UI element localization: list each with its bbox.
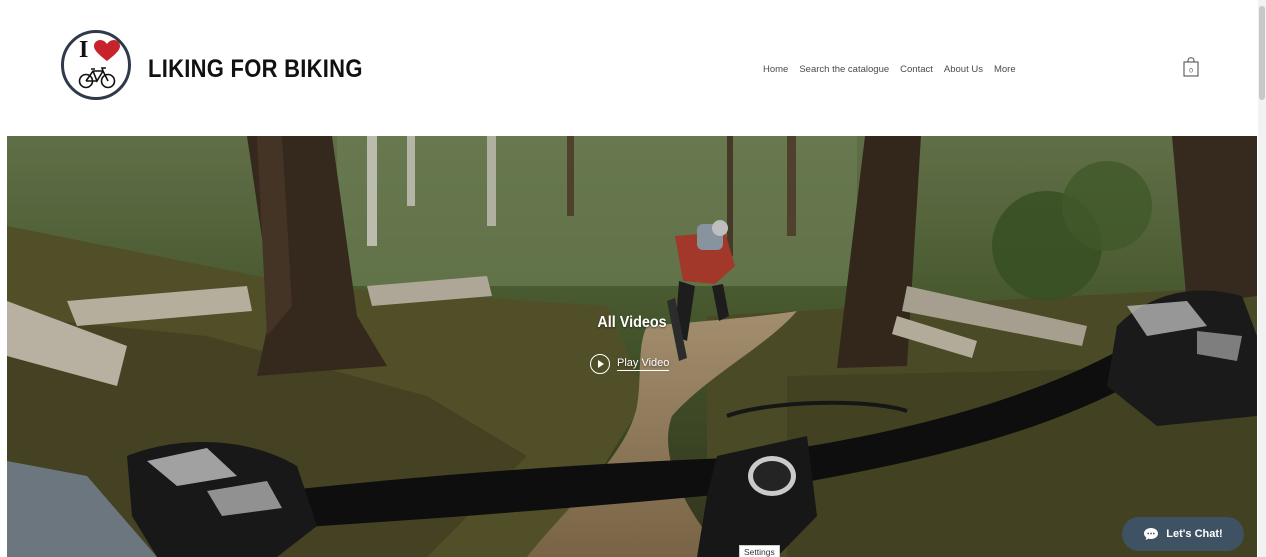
nav-item-about-us[interactable]: About Us xyxy=(944,63,983,77)
page: I LIKING FOR BIKING Home Search the cata… xyxy=(0,0,1266,557)
hero-background-image xyxy=(7,136,1257,557)
settings-tab[interactable]: Settings xyxy=(739,545,780,557)
shopping-bag-icon[interactable]: 0 xyxy=(1183,57,1199,77)
site-header: I LIKING FOR BIKING Home Search the cata… xyxy=(0,0,1258,136)
hero-title: All Videos xyxy=(597,314,667,331)
chat-button[interactable]: Let's Chat! xyxy=(1122,517,1244,551)
play-video-label: Play Video xyxy=(617,357,670,371)
scrollbar-thumb[interactable] xyxy=(1259,6,1265,100)
nav-item-search-catalogue[interactable]: Search the catalogue xyxy=(799,63,889,77)
page-scrollbar[interactable] xyxy=(1258,0,1266,557)
nav-item-more[interactable]: More xyxy=(994,63,1016,77)
logo-letter: I xyxy=(79,37,89,63)
cart-count: 0 xyxy=(1189,68,1193,75)
bicycle-icon xyxy=(78,67,116,89)
site-title[interactable]: LIKING FOR BIKING xyxy=(148,54,363,84)
play-video-button[interactable]: Play Video xyxy=(590,354,670,374)
nav-item-contact[interactable]: Contact xyxy=(900,63,933,77)
chat-bubble-icon xyxy=(1144,528,1159,540)
nav-item-home[interactable]: Home xyxy=(763,63,788,77)
heart-icon xyxy=(94,40,120,61)
chat-label: Let's Chat! xyxy=(1166,528,1223,540)
play-icon xyxy=(590,354,610,374)
site-logo[interactable]: I xyxy=(61,30,131,100)
main-nav: Home Search the catalogue Contact About … xyxy=(763,63,1016,77)
hero-video[interactable]: All Videos Play Video xyxy=(7,136,1257,557)
